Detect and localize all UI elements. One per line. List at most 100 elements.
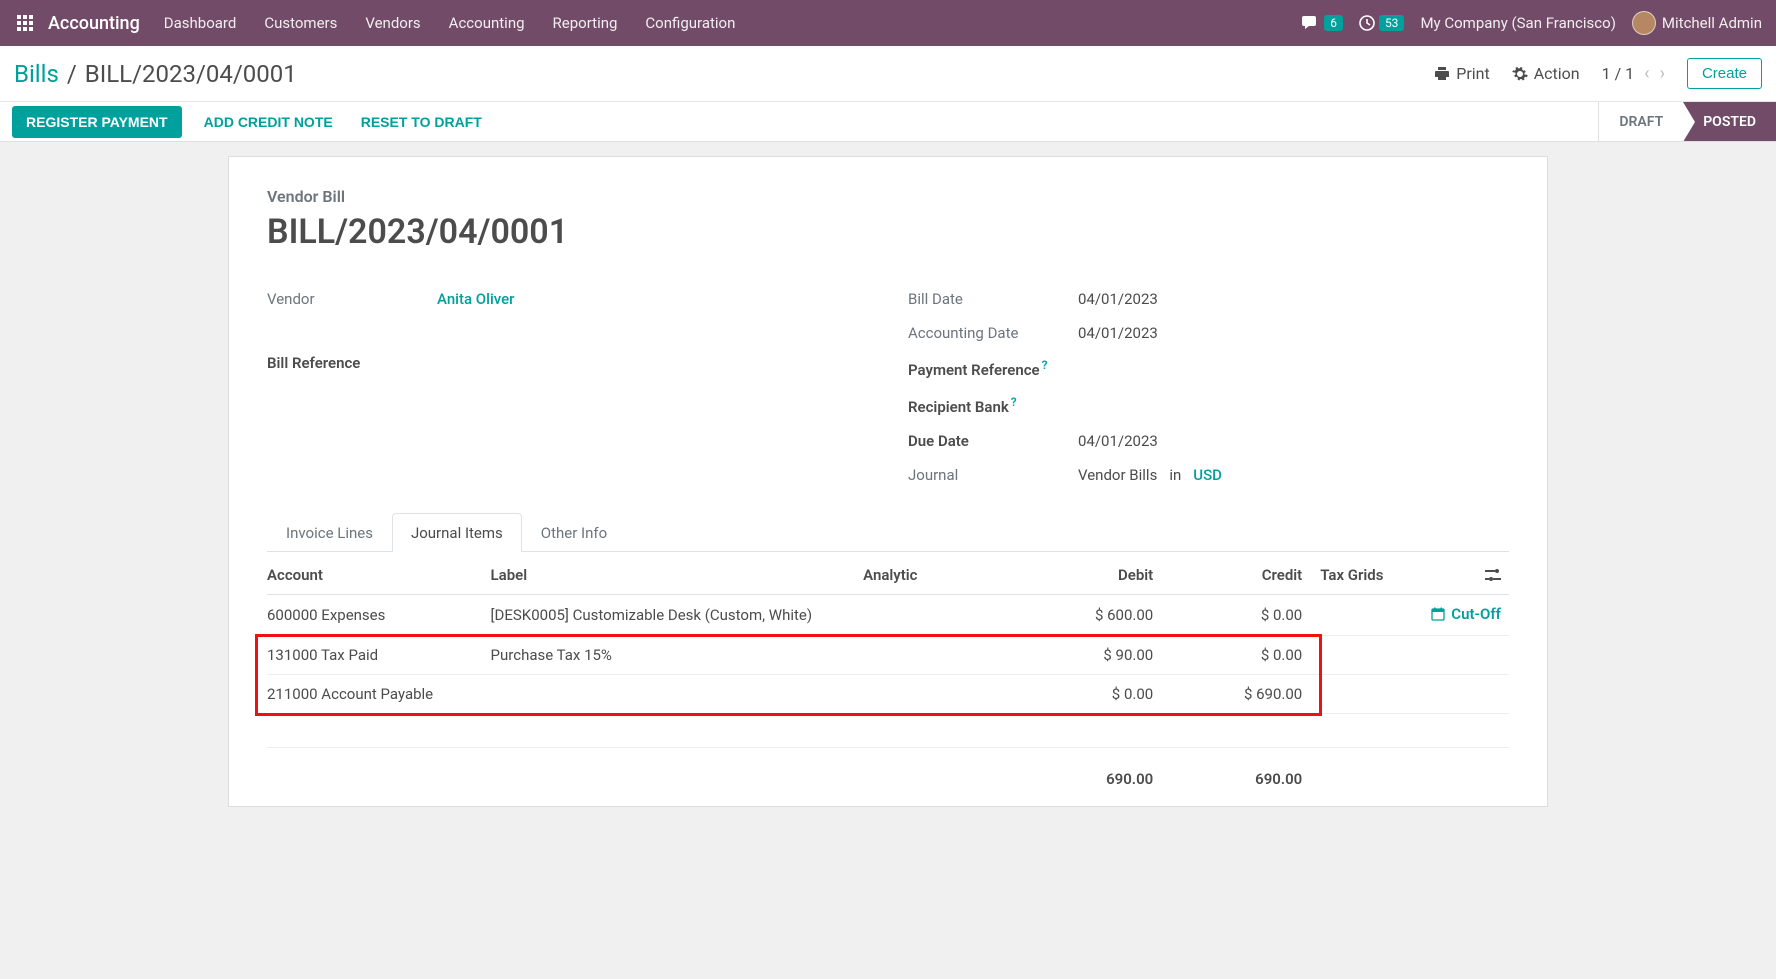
menu-configuration[interactable]: Configuration bbox=[645, 14, 735, 32]
cell-tax-grids bbox=[1310, 636, 1409, 675]
recipient-bank-label: Recipient Bank? bbox=[908, 395, 1078, 416]
pager-next[interactable]: › bbox=[1660, 63, 1665, 84]
breadcrumb-leaf: BILL/2023/04/0001 bbox=[85, 60, 297, 88]
table-row[interactable]: 131000 Tax Paid Purchase Tax 15% $ 90.00… bbox=[267, 636, 1509, 675]
table-totals: 690.00 690.00 bbox=[267, 748, 1509, 799]
cell-credit: $ 0.00 bbox=[1161, 595, 1310, 636]
activity-icon[interactable]: 53 bbox=[1359, 15, 1405, 31]
action-button[interactable]: Action bbox=[1512, 64, 1580, 83]
cell-label: [DESK0005] Customizable Desk (Custom, Wh… bbox=[491, 595, 864, 636]
due-date-label: Due Date bbox=[908, 432, 1078, 450]
menu-vendors[interactable]: Vendors bbox=[365, 14, 420, 32]
menu-customers[interactable]: Customers bbox=[264, 14, 337, 32]
col-account[interactable]: Account bbox=[267, 556, 491, 595]
journal-label: Journal bbox=[908, 466, 1078, 484]
breadcrumb-root[interactable]: Bills bbox=[14, 60, 59, 88]
app-brand[interactable]: Accounting bbox=[48, 13, 140, 34]
control-right: Print Action 1 / 1 ‹ › Create bbox=[1434, 58, 1762, 89]
user-menu[interactable]: Mitchell Admin bbox=[1632, 11, 1762, 35]
pager-prev[interactable]: ‹ bbox=[1644, 63, 1649, 84]
fields-grid: Vendor Anita Oliver Bill Reference Bill … bbox=[267, 282, 1509, 492]
avatar bbox=[1632, 11, 1656, 35]
menu-reporting[interactable]: Reporting bbox=[553, 14, 618, 32]
register-payment-button[interactable]: REGISTER PAYMENT bbox=[12, 106, 182, 138]
sheet-background: Vendor Bill BILL/2023/04/0001 Vendor Ani… bbox=[0, 142, 1776, 821]
reset-to-draft-button[interactable]: RESET TO DRAFT bbox=[347, 102, 496, 141]
breadcrumb-sep: / bbox=[67, 60, 77, 88]
cell-debit: $ 600.00 bbox=[1012, 595, 1161, 636]
vendor-label: Vendor bbox=[267, 290, 437, 308]
print-button[interactable]: Print bbox=[1434, 64, 1489, 83]
menu-accounting[interactable]: Accounting bbox=[449, 14, 525, 32]
cell-tax-grids bbox=[1310, 675, 1409, 714]
cell-debit: $ 90.00 bbox=[1012, 636, 1161, 675]
cell-debit: $ 0.00 bbox=[1012, 675, 1161, 714]
col-tax-grids[interactable]: Tax Grids bbox=[1310, 556, 1409, 595]
fields-right: Bill Date 04/01/2023 Accounting Date 04/… bbox=[908, 282, 1509, 492]
cell-analytic bbox=[863, 675, 1012, 714]
cell-credit: $ 0.00 bbox=[1161, 636, 1310, 675]
bill-date-value: 04/01/2023 bbox=[1078, 290, 1158, 308]
total-credit: 690.00 bbox=[1161, 748, 1310, 799]
doc-title: BILL/2023/04/0001 bbox=[267, 212, 1509, 252]
col-analytic[interactable]: Analytic bbox=[863, 556, 1012, 595]
status-buttons: REGISTER PAYMENT ADD CREDIT NOTE RESET T… bbox=[12, 102, 496, 141]
cell-analytic bbox=[863, 595, 1012, 636]
control-panel: Bills / BILL/2023/04/0001 Print Action 1… bbox=[0, 46, 1776, 102]
table-settings-icon[interactable] bbox=[1485, 568, 1501, 582]
breadcrumb: Bills / BILL/2023/04/0001 bbox=[14, 60, 297, 88]
fields-left: Vendor Anita Oliver Bill Reference bbox=[267, 282, 868, 492]
vendor-value[interactable]: Anita Oliver bbox=[437, 290, 514, 308]
activity-count: 53 bbox=[1379, 15, 1405, 31]
tab-other-info[interactable]: Other Info bbox=[522, 513, 626, 552]
table-row[interactable]: 600000 Expenses [DESK0005] Customizable … bbox=[267, 595, 1509, 636]
apps-icon[interactable] bbox=[14, 12, 36, 34]
tab-journal-items[interactable]: Journal Items bbox=[392, 513, 522, 552]
cell-account: 211000 Account Payable bbox=[267, 675, 491, 714]
top-nav: Accounting Dashboard Customers Vendors A… bbox=[0, 0, 1776, 46]
cell-credit: $ 690.00 bbox=[1161, 675, 1310, 714]
notebook-tabs: Invoice Lines Journal Items Other Info bbox=[267, 512, 1509, 552]
total-debit: 690.00 bbox=[1012, 748, 1161, 799]
doc-subtitle: Vendor Bill bbox=[267, 187, 1509, 206]
pager: 1 / 1 ‹ › bbox=[1602, 63, 1665, 84]
table-row[interactable]: 211000 Account Payable $ 0.00 $ 690.00 bbox=[267, 675, 1509, 714]
col-debit[interactable]: Debit bbox=[1012, 556, 1161, 595]
form-sheet: Vendor Bill BILL/2023/04/0001 Vendor Ani… bbox=[228, 156, 1548, 807]
payment-reference-label: Payment Reference? bbox=[908, 358, 1078, 379]
due-date-value: 04/01/2023 bbox=[1078, 432, 1158, 450]
discuss-count: 6 bbox=[1324, 15, 1343, 31]
cutoff-button[interactable]: Cut-Off bbox=[1431, 605, 1501, 623]
col-label[interactable]: Label bbox=[491, 556, 864, 595]
add-credit-note-button[interactable]: ADD CREDIT NOTE bbox=[190, 102, 347, 141]
main-menu: Dashboard Customers Vendors Accounting R… bbox=[164, 14, 1296, 32]
journal-currency[interactable]: USD bbox=[1193, 466, 1222, 484]
cell-label bbox=[491, 675, 864, 714]
cell-label: Purchase Tax 15% bbox=[491, 636, 864, 675]
help-icon[interactable]: ? bbox=[1011, 395, 1017, 409]
journal-items-table: Account Label Analytic Debit Credit Tax … bbox=[267, 556, 1509, 798]
bill-date-label: Bill Date bbox=[908, 290, 1078, 308]
cell-account: 131000 Tax Paid bbox=[267, 636, 491, 675]
cell-analytic bbox=[863, 636, 1012, 675]
action-label: Action bbox=[1534, 64, 1580, 83]
create-button[interactable]: Create bbox=[1687, 58, 1762, 89]
discuss-icon[interactable]: 6 bbox=[1302, 15, 1343, 31]
user-name: Mitchell Admin bbox=[1662, 14, 1762, 32]
accounting-date-value: 04/01/2023 bbox=[1078, 324, 1158, 342]
cell-tax-grids bbox=[1310, 595, 1409, 636]
col-credit[interactable]: Credit bbox=[1161, 556, 1310, 595]
journal-value: Vendor Bills bbox=[1078, 466, 1157, 484]
menu-dashboard[interactable]: Dashboard bbox=[164, 14, 237, 32]
company-switcher[interactable]: My Company (San Francisco) bbox=[1420, 14, 1615, 32]
print-label: Print bbox=[1456, 64, 1489, 83]
cell-account: 600000 Expenses bbox=[267, 595, 491, 636]
tab-invoice-lines[interactable]: Invoice Lines bbox=[267, 513, 392, 552]
journal-in: in bbox=[1169, 466, 1181, 484]
accounting-date-label: Accounting Date bbox=[908, 324, 1078, 342]
status-draft[interactable]: DRAFT bbox=[1598, 102, 1683, 141]
status-posted[interactable]: POSTED bbox=[1683, 102, 1776, 141]
bill-reference-label: Bill Reference bbox=[267, 354, 437, 372]
pager-text[interactable]: 1 / 1 bbox=[1602, 64, 1635, 83]
help-icon[interactable]: ? bbox=[1042, 358, 1048, 372]
